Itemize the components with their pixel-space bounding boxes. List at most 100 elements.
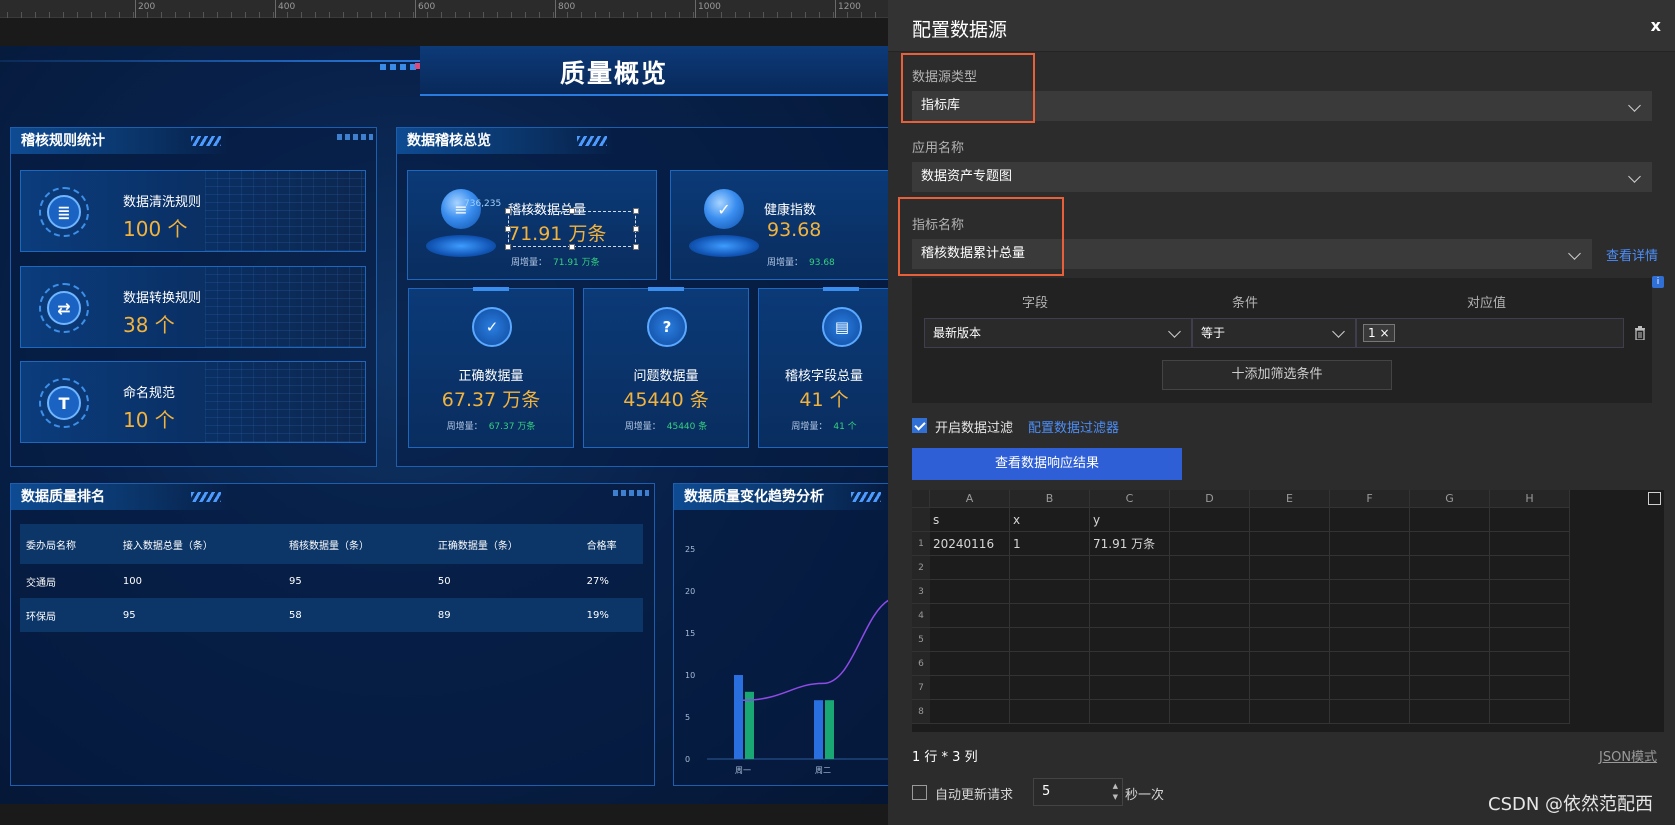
sheet-cell[interactable]: 1	[1010, 532, 1090, 556]
table-row[interactable]: 交通局 100 95 50 27%	[20, 564, 643, 598]
sheet-cell[interactable]	[1410, 532, 1490, 556]
sheet-cell[interactable]	[930, 580, 1010, 604]
sheet-cell[interactable]	[1090, 604, 1170, 628]
sheet-cell[interactable]	[1170, 556, 1250, 580]
column-letter[interactable]: F	[1330, 490, 1410, 508]
view-response-button[interactable]: 查看数据响应结果	[912, 448, 1182, 480]
trend-chart[interactable]: 25 20 15 10 5 0 周一 周二	[673, 483, 890, 786]
sheet-cell[interactable]	[1090, 556, 1170, 580]
sheet-cell[interactable]	[1410, 556, 1490, 580]
row-number[interactable]: 3	[912, 580, 930, 604]
sheet-cell[interactable]	[1490, 556, 1570, 580]
resize-handle[interactable]	[633, 208, 639, 214]
sheet-cell[interactable]	[1170, 628, 1250, 652]
sheet-cell[interactable]	[1250, 556, 1330, 580]
app-name-select[interactable]: 数据资产专题图	[912, 162, 1652, 192]
auto-update-checkbox[interactable]	[912, 785, 927, 800]
row-number[interactable]: 4	[912, 604, 930, 628]
sheet-cell[interactable]	[1410, 676, 1490, 700]
column-letter[interactable]: D	[1170, 490, 1250, 508]
sheet-cell[interactable]	[930, 652, 1010, 676]
stat-card[interactable]: ? 问题数据量 45440 条周增量： 45440 条	[583, 287, 749, 448]
resize-handle[interactable]	[569, 244, 575, 250]
sheet-cell[interactable]	[1490, 532, 1570, 556]
sheet-cell[interactable]	[1250, 700, 1330, 724]
sheet-cell[interactable]	[1330, 604, 1410, 628]
sheet-cell[interactable]	[930, 700, 1010, 724]
column-letter[interactable]: A	[930, 490, 1010, 508]
sheet-cell[interactable]	[1410, 508, 1490, 532]
rule-card[interactable]: ≣ 数据清洗规则 100 个	[20, 170, 366, 252]
sheet-cell[interactable]	[1010, 676, 1090, 700]
sheet-cell[interactable]	[930, 556, 1010, 580]
sheet-cell[interactable]	[1170, 508, 1250, 532]
sheet-cell[interactable]	[1250, 580, 1330, 604]
sheet-cell[interactable]	[1090, 628, 1170, 652]
row-number[interactable]: 2	[912, 556, 930, 580]
sheet-cell[interactable]	[1490, 676, 1570, 700]
row-number[interactable]: 7	[912, 676, 930, 700]
rule-card[interactable]: ⇄ 数据转换规则 38 个	[20, 266, 366, 348]
column-letter[interactable]: E	[1250, 490, 1330, 508]
sheet-cell[interactable]	[1010, 700, 1090, 724]
sheet-cell[interactable]	[1410, 580, 1490, 604]
sheet-cell[interactable]	[1090, 700, 1170, 724]
sheet-cell[interactable]	[1090, 652, 1170, 676]
sheet-cell[interactable]	[1410, 700, 1490, 724]
resize-handle[interactable]	[505, 208, 511, 214]
sheet-cell[interactable]	[1090, 676, 1170, 700]
resize-handle[interactable]	[505, 244, 511, 250]
sheet-cell[interactable]	[1330, 700, 1410, 724]
sheet-cell[interactable]	[1170, 532, 1250, 556]
column-letter[interactable]: G	[1410, 490, 1490, 508]
sheet-cell[interactable]	[1010, 628, 1090, 652]
sheet-cell[interactable]: 71.91 万条	[1090, 532, 1170, 556]
chart-bar[interactable]	[825, 700, 834, 759]
sheet-cell[interactable]	[1410, 628, 1490, 652]
sheet-cell[interactable]	[1170, 652, 1250, 676]
stepper-arrows-icon[interactable]: ▲ ▼	[1113, 781, 1118, 803]
sheet-cell[interactable]	[1250, 628, 1330, 652]
health-index-card[interactable]: ✓ 健康指数 93.68 周增量： 93.68	[670, 170, 890, 280]
row-number[interactable]: 6	[912, 652, 930, 676]
column-letter[interactable]: C	[1090, 490, 1170, 508]
sheet-cell[interactable]	[930, 628, 1010, 652]
trash-icon[interactable]	[1634, 326, 1646, 340]
sheet-cell[interactable]	[1250, 532, 1330, 556]
row-number[interactable]: 8	[912, 700, 930, 724]
json-mode-link[interactable]: JSON模式	[1599, 746, 1657, 765]
sheet-cell[interactable]	[930, 676, 1010, 700]
column-letter[interactable]: H	[1490, 490, 1570, 508]
fullscreen-icon[interactable]	[1648, 492, 1661, 505]
resize-handle[interactable]	[569, 208, 575, 214]
resize-handle[interactable]	[633, 244, 639, 250]
enable-filter-checkbox[interactable]	[912, 418, 927, 433]
sheet-cell[interactable]: x	[1010, 508, 1090, 532]
sheet-cell[interactable]	[1330, 508, 1410, 532]
info-icon[interactable]: i	[1652, 276, 1664, 288]
close-button[interactable]: x	[1651, 16, 1661, 35]
resize-handle[interactable]	[505, 226, 511, 232]
sheet-cell[interactable]	[1490, 652, 1570, 676]
selection-box[interactable]	[508, 211, 636, 247]
sheet-cell[interactable]	[1330, 676, 1410, 700]
column-letter[interactable]: B	[1010, 490, 1090, 508]
sheet-cell[interactable]	[1330, 580, 1410, 604]
sheet-cell[interactable]	[1170, 700, 1250, 724]
dashboard-title[interactable]: 质量概览	[560, 54, 668, 90]
tag-close-icon[interactable]: ×	[1379, 326, 1389, 340]
sheet-cell[interactable]	[1490, 580, 1570, 604]
config-filter-link[interactable]: 配置数据过滤器	[1028, 417, 1119, 436]
view-detail-link[interactable]: 查看详情	[1606, 245, 1658, 264]
sheet-cell[interactable]	[1170, 676, 1250, 700]
row-number[interactable]: 5	[912, 628, 930, 652]
sheet-cell[interactable]	[1490, 604, 1570, 628]
sheet-cell[interactable]	[1250, 604, 1330, 628]
sheet-cell[interactable]	[1170, 604, 1250, 628]
audit-total-card[interactable]: ≡ 736,235 稽核数据总量 71.91 万条 周增量： 71.91 万条	[407, 170, 657, 280]
sheet-cell[interactable]	[1490, 628, 1570, 652]
sheet-cell[interactable]	[1250, 508, 1330, 532]
sheet-cell[interactable]	[1330, 532, 1410, 556]
add-filter-button[interactable]: 十添加筛选条件	[1162, 360, 1392, 390]
sheet-cell[interactable]	[930, 604, 1010, 628]
